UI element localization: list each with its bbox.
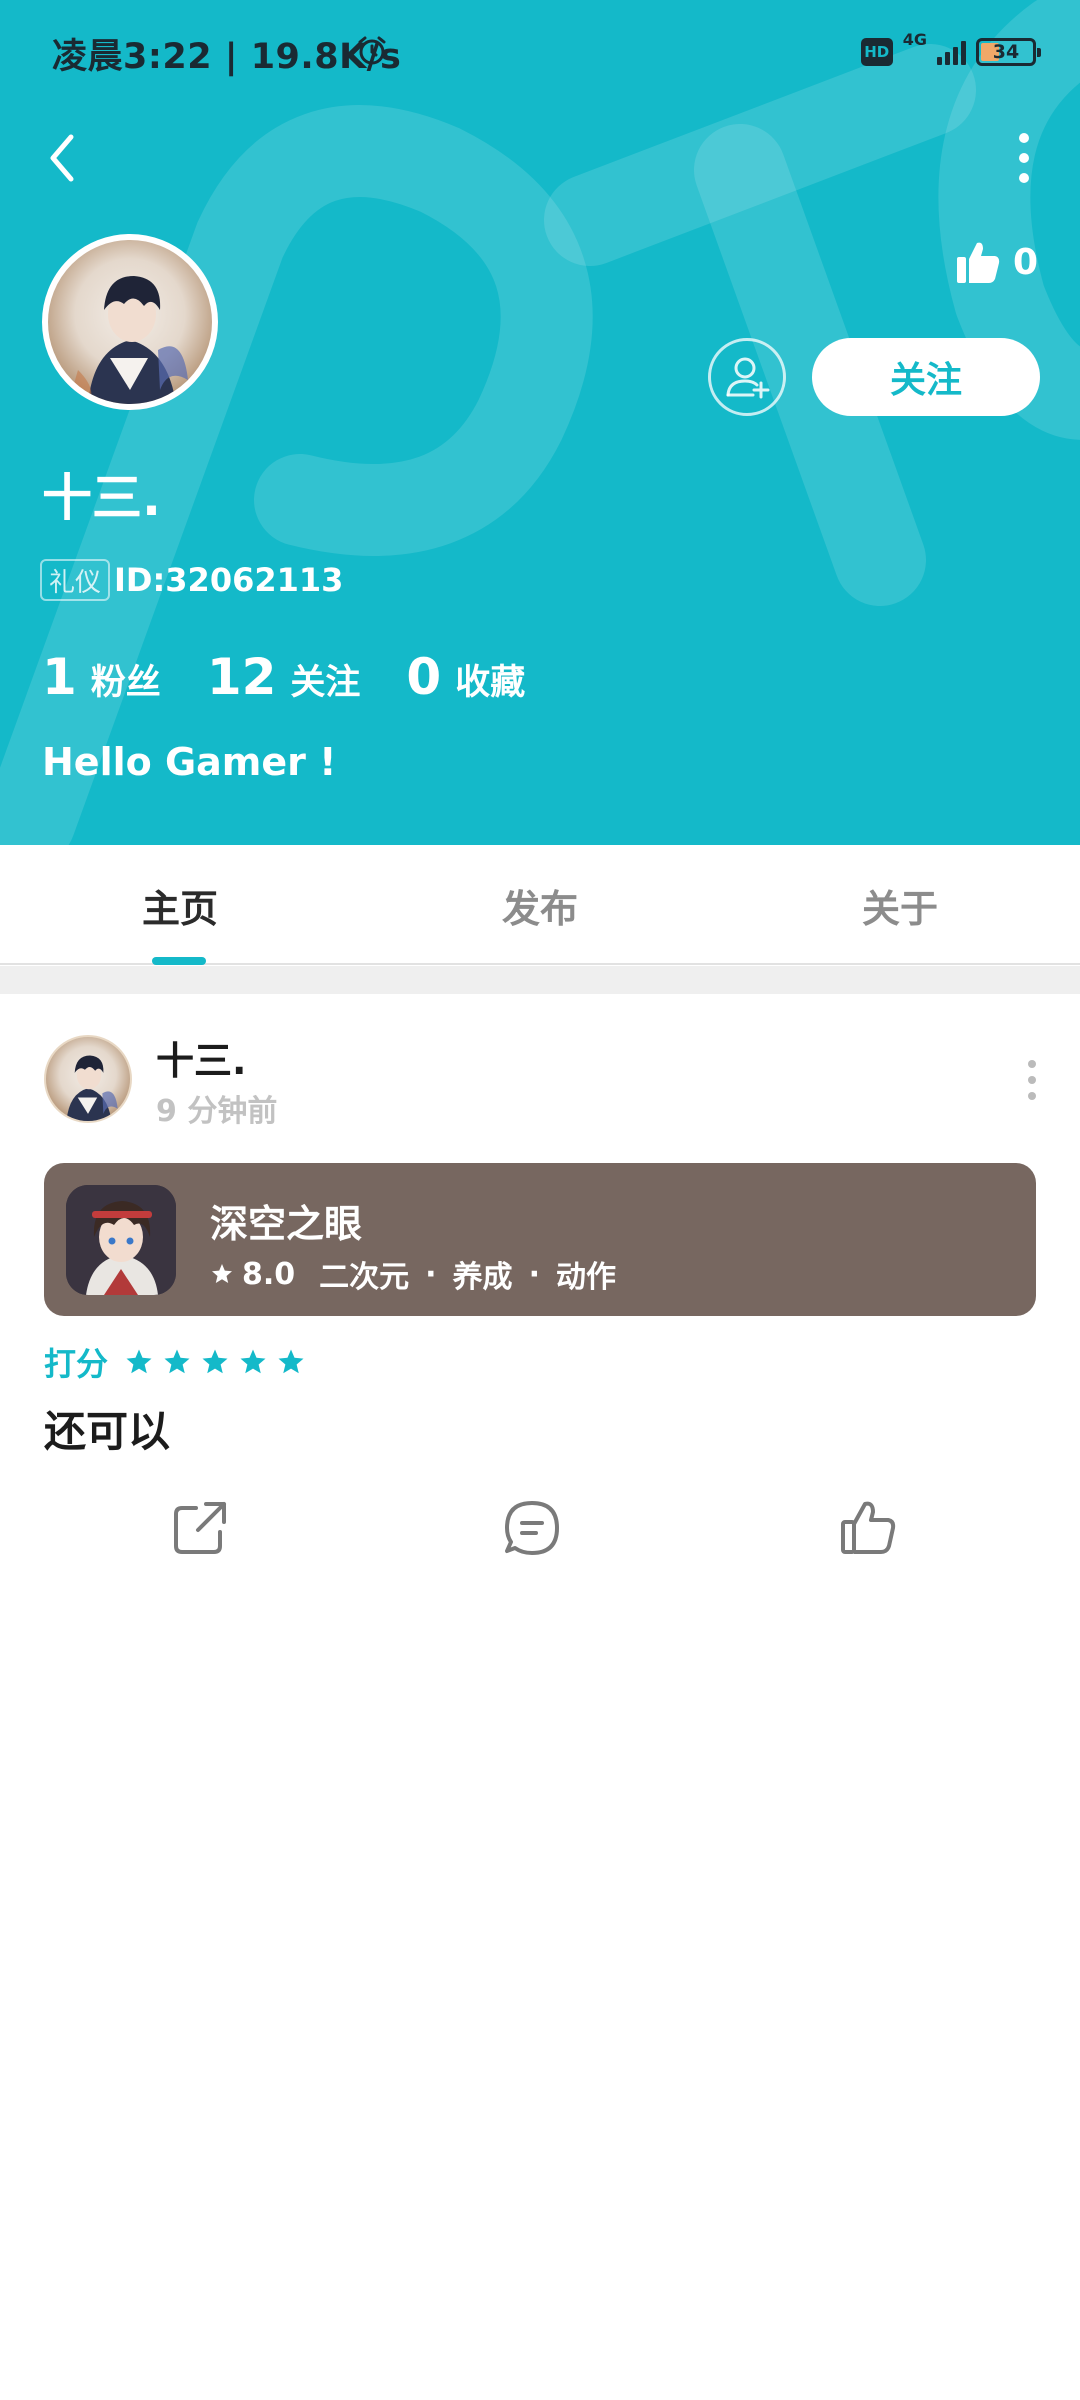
rating-row: 打分 — [44, 1340, 306, 1384]
alarm-icon — [358, 36, 386, 65]
game-card[interactable]: 深空之眼 8.0 二次元 · 养成 · 动作 — [44, 1163, 1036, 1316]
star-icon — [212, 1264, 232, 1283]
share-icon — [174, 1502, 226, 1554]
stat-followers[interactable]: 1 粉丝 — [42, 648, 161, 706]
like-button[interactable] — [836, 1496, 900, 1560]
rating-stars — [124, 1347, 306, 1377]
more-vertical-icon[interactable] — [1012, 128, 1036, 188]
thumbs-up-icon — [956, 242, 1000, 283]
tag-separator: · — [528, 1256, 540, 1292]
star-icon — [240, 1349, 266, 1374]
stat-label: 关注 — [290, 663, 361, 703]
post-timestamp: 9 分钟前 — [156, 1094, 278, 1129]
user-bio: Hello Gamer ! — [42, 740, 337, 784]
comment-button[interactable] — [500, 1496, 564, 1560]
star-icon — [278, 1349, 304, 1374]
review-text: 还可以 — [44, 1407, 171, 1456]
stat-value: 1 — [42, 648, 77, 706]
hd-badge: HD — [860, 38, 893, 66]
tab-posts[interactable]: 发布 — [360, 845, 720, 965]
battery-icon: 34 — [976, 38, 1041, 66]
post-more-icon[interactable] — [1020, 1058, 1044, 1102]
post-author-avatar[interactable] — [44, 1035, 132, 1123]
game-rating: 8.0 — [242, 1256, 296, 1292]
section-divider — [0, 966, 1080, 994]
profile-likes[interactable]: 0 — [955, 232, 1038, 292]
profile-header: 凌晨3:22 | 19.8K/s HD 4G 34 0 关注 十三. 礼仪 ID… — [0, 0, 1080, 845]
follow-button[interactable]: 关注 — [812, 338, 1040, 416]
profile-screen: 凌晨3:22 | 19.8K/s HD 4G 34 0 关注 十三. 礼仪 ID… — [0, 0, 1080, 2400]
like-count: 0 — [1012, 241, 1038, 283]
stat-value: 0 — [406, 648, 442, 706]
tab-about[interactable]: 关于 — [720, 845, 1080, 965]
stat-label: 收藏 — [455, 663, 526, 703]
user-id: ID:32062113 — [114, 561, 344, 599]
star-icon — [126, 1349, 152, 1374]
status-time: 凌晨3:22 | 19.8K/s — [52, 37, 402, 77]
status-indicators: HD 4G 34 — [860, 30, 1041, 70]
tab-home[interactable]: 主页 — [0, 845, 360, 965]
game-meta: 8.0 二次元 · 养成 · 动作 — [210, 1252, 616, 1296]
star-icon — [202, 1349, 228, 1374]
signal-icon — [937, 39, 966, 65]
game-tag: 养成 — [452, 1260, 513, 1295]
title-badge[interactable]: 礼仪 — [40, 559, 111, 601]
game-icon-image — [66, 1185, 176, 1295]
user-id-row: 礼仪 ID:32062113 — [40, 558, 343, 602]
stat-value: 12 — [206, 648, 277, 706]
stat-favorites[interactable]: 0 收藏 — [406, 648, 525, 706]
battery-level: 34 — [992, 41, 1020, 63]
like-icon — [841, 1501, 896, 1554]
network-type: 4G — [902, 30, 927, 49]
add-friend-icon — [726, 357, 770, 399]
game-tag: 动作 — [555, 1260, 616, 1295]
stat-following[interactable]: 12 关注 — [207, 648, 361, 706]
profile-avatar[interactable] — [42, 234, 218, 410]
username: 十三. — [42, 469, 161, 527]
back-arrow-icon — [50, 134, 74, 182]
game-icon — [66, 1185, 176, 1295]
add-friend-button[interactable] — [708, 338, 786, 416]
stats-row: 1 粉丝 12 关注 0 收藏 — [42, 648, 571, 706]
star-icon — [164, 1349, 190, 1374]
comment-icon — [505, 1501, 559, 1555]
game-tag: 二次元 — [319, 1260, 410, 1295]
active-tab-indicator — [152, 957, 206, 965]
status-bar: 凌晨3:22 | 19.8K/s HD 4G 34 — [0, 0, 1080, 110]
game-title: 深空之眼 — [210, 1202, 363, 1246]
avatar-image — [68, 276, 188, 404]
avatar-image — [66, 1055, 118, 1121]
post-author-name[interactable]: 十三. — [156, 1030, 246, 1085]
tag-separator: · — [425, 1256, 437, 1292]
rating-label: 打分 — [44, 1345, 109, 1383]
share-button[interactable] — [168, 1496, 232, 1560]
profile-tabs: 主页 发布 关于 — [0, 845, 1080, 965]
stat-label: 粉丝 — [90, 663, 161, 703]
watermark-logo — [0, 0, 1080, 845]
back-button[interactable] — [38, 128, 86, 188]
